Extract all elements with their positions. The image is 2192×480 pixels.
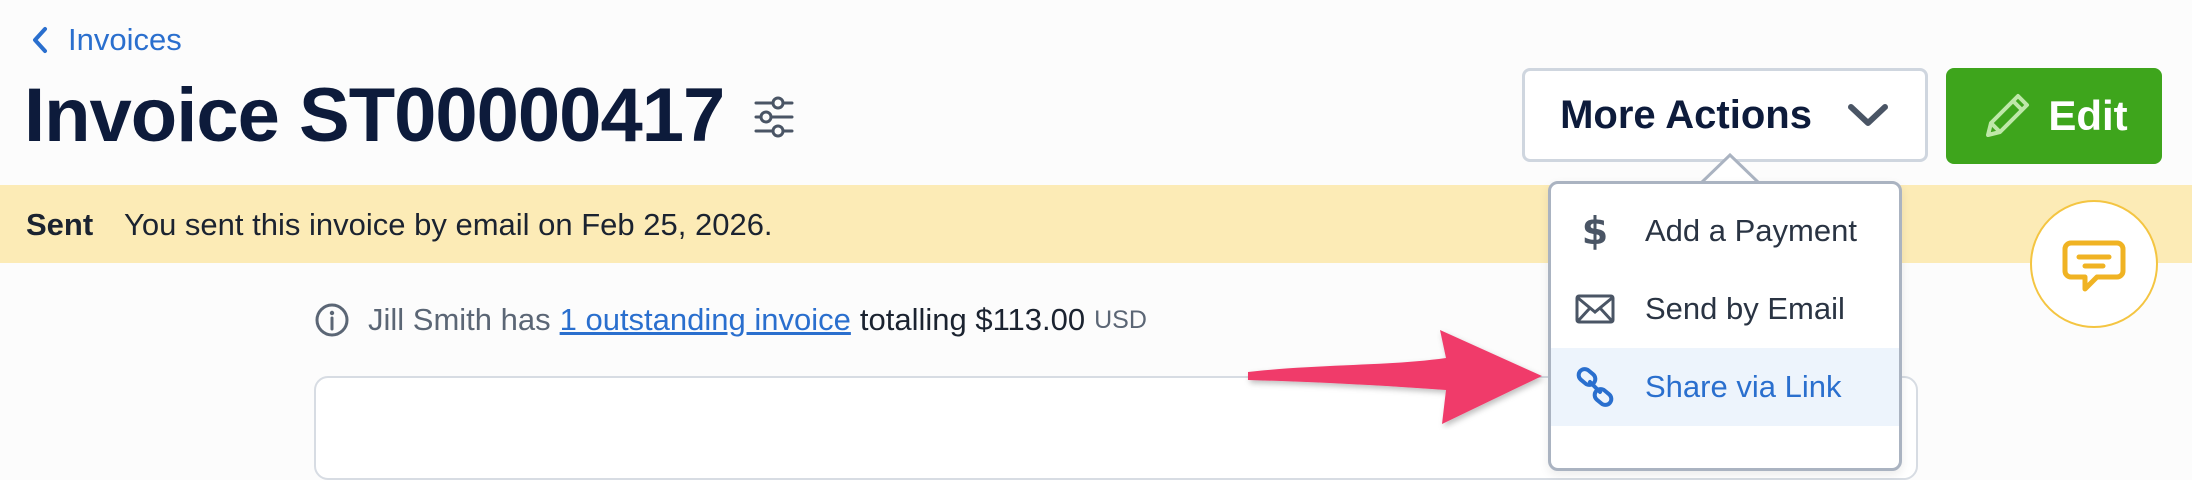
- edit-label: Edit: [2048, 92, 2128, 139]
- edit-button[interactable]: Edit: [1946, 68, 2162, 164]
- page-title: Invoice ST00000417: [24, 73, 725, 158]
- chevron-left-icon: [33, 27, 47, 53]
- svg-text:$: $: [1582, 211, 1608, 251]
- sliders-icon[interactable]: [752, 95, 796, 139]
- outstanding-total: totalling $113.00: [859, 302, 1086, 337]
- menu-item-label: Share via Link: [1645, 369, 1842, 404]
- annotation-arrow-icon: [1248, 330, 1542, 424]
- pencil-icon: [1986, 94, 2030, 137]
- menu-item-send-email[interactable]: Send by Email: [1551, 270, 1899, 348]
- status-message: You sent this invoice by email on Feb 25…: [124, 207, 773, 242]
- status-badge: Sent: [26, 207, 94, 242]
- chat-icon: [2062, 240, 2126, 292]
- more-actions-label: More Actions: [1560, 92, 1812, 137]
- menu-item-add-payment[interactable]: $ Add a Payment: [1551, 192, 1899, 270]
- breadcrumb-invoices-link[interactable]: Invoices: [68, 22, 182, 58]
- menu-item-label: Send by Email: [1645, 291, 1845, 326]
- menu-item-share-link[interactable]: Share via Link: [1551, 348, 1899, 426]
- chat-button[interactable]: [2030, 200, 2158, 328]
- more-actions-button[interactable]: More Actions: [1522, 68, 1928, 162]
- more-actions-dropdown: $ Add a Payment Send by Email Share via …: [1548, 181, 1902, 471]
- info-prefix: Jill Smith has: [368, 302, 551, 337]
- menu-item-label: Add a Payment: [1645, 213, 1857, 248]
- outstanding-info: Jill Smith has 1 outstanding invoice tot…: [314, 302, 1147, 338]
- dollar-icon: $: [1582, 211, 1608, 251]
- breadcrumb[interactable]: Invoices: [30, 22, 182, 58]
- chevron-down-icon: [1847, 104, 1888, 126]
- outstanding-invoice-link[interactable]: 1 outstanding invoice: [560, 302, 851, 338]
- link-icon: [1576, 367, 1614, 407]
- currency-label: USD: [1094, 305, 1147, 334]
- envelope-icon: [1575, 294, 1615, 324]
- info-icon: [315, 303, 349, 337]
